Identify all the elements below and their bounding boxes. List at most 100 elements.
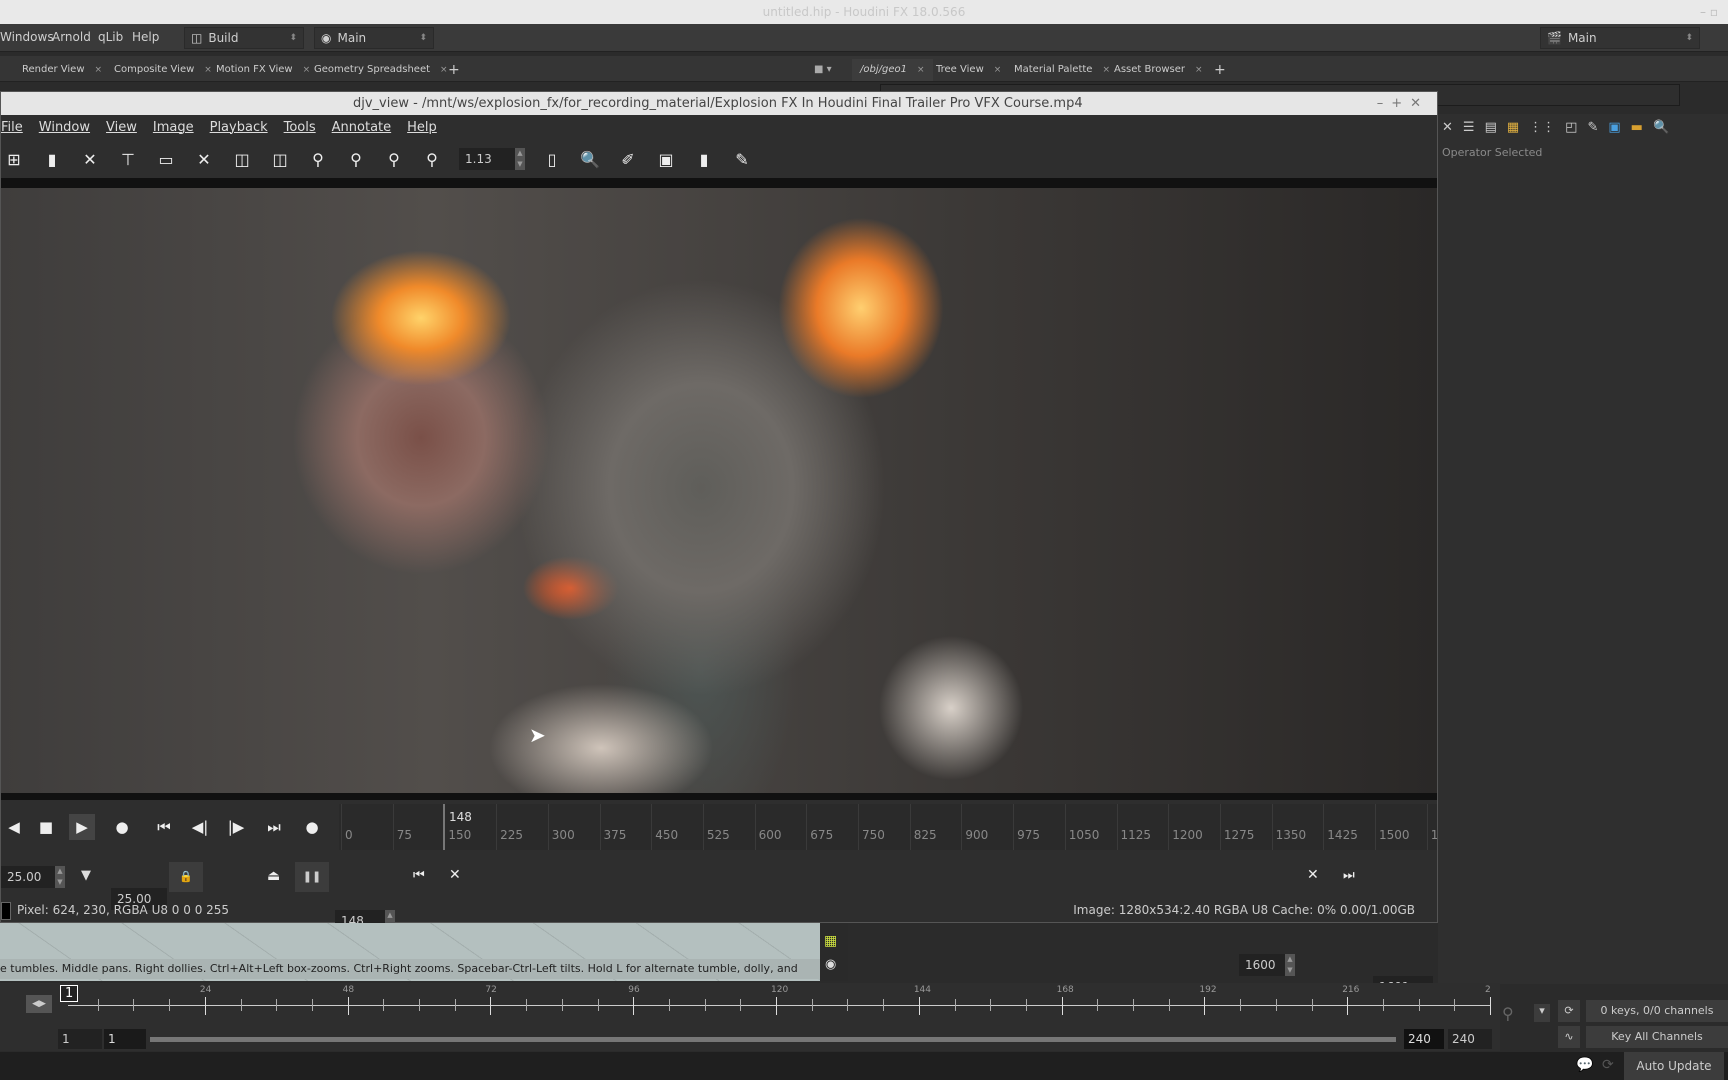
dots-icon[interactable]: ⋮⋮ [1529,120,1555,135]
playback-end-input[interactable]: 240 [1404,1029,1444,1049]
speed-menu-icon[interactable]: ▼ [81,868,91,883]
spin-arrows[interactable]: ▲▼ [55,866,65,888]
next-frame-icon[interactable]: |▶ [223,814,249,840]
window-controls[interactable]: –+✕ [1377,92,1429,115]
tab-tree-view[interactable]: Tree View × [928,59,1009,81]
menu-help[interactable]: Help [132,30,159,44]
play-reverse-icon[interactable]: ◀ [1,814,27,840]
djv-title-bar[interactable]: djv_view - /mnt/ws/explosion_fx/for_reco… [1,92,1437,115]
note-icon[interactable]: ✎ [1587,120,1598,135]
first-frame-icon[interactable]: ⏮ [151,814,177,840]
eyedropper-icon[interactable]: ✐ [617,150,639,169]
open-file-icon[interactable]: ▮ [41,150,63,169]
color-picker-icon[interactable]: ▯ [541,150,563,169]
menu-tools[interactable]: Tools [284,120,316,135]
magnify-icon[interactable]: 🔍 [579,150,601,169]
duplicate-layer-icon[interactable]: ▭ [155,150,177,169]
houdini-timeline[interactable]: ◀▶ 24 48 72 96 120 144 168 192 216 2 1 [0,983,1500,1027]
scene-viewport[interactable]: e tumbles. Middle pans. Right dollies. C… [0,923,820,981]
right-desktop-dropdown[interactable]: 🎬 Main ⬍ [1540,27,1700,49]
menu-playback[interactable]: Playback [210,120,268,135]
close-file-icon[interactable]: ✕ [79,150,101,169]
add-tab-button[interactable]: + [440,59,468,81]
search-icon[interactable]: 🔍 [1653,120,1669,135]
tab-motion-fx-view[interactable]: Motion FX View × [208,59,318,81]
menu-qlib[interactable]: qLib [98,30,123,44]
prev-frame-icon[interactable]: ◀| [187,814,213,840]
remove-layer-icon[interactable]: ✕ [193,150,215,169]
spin-arrows[interactable]: ▲▼ [515,148,525,170]
window-controls[interactable]: – ▫ [1700,0,1718,24]
stack-icon[interactable]: ▬ [1631,120,1643,135]
playhead[interactable] [443,804,446,850]
tree-icon[interactable]: ☰ [1463,120,1475,135]
menu-annotate[interactable]: Annotate [332,120,391,135]
set-out-point-icon[interactable]: ⏭ [1343,868,1355,883]
set-in-point-icon[interactable]: ⏮ [413,868,425,883]
play-forward-icon[interactable]: ▶ [69,814,95,840]
tab-asset-browser[interactable]: Asset Browser × [1106,59,1211,81]
menu-view[interactable]: View [106,120,137,135]
range-start-input[interactable]: 1 [58,1029,102,1049]
speed-input[interactable]: 25.00 ▲ ▼ [1,866,65,888]
desktop-dropdown[interactable]: ◫ Build ⬍ [184,27,304,49]
close-icon[interactable]: × [917,65,925,75]
new-file-icon[interactable]: ⊞ [3,150,25,169]
key-sync-icon[interactable]: ⟳ [1558,1000,1580,1022]
pause-icon[interactable]: ❚❚ [295,862,329,892]
curve-icon[interactable]: ∿ [1558,1026,1580,1048]
grid-icon[interactable]: ▦ [1507,120,1519,135]
menu-image[interactable]: Image [153,120,194,135]
in-out-icon[interactable]: ⏏ [267,868,280,884]
dropdown-icon[interactable]: ▾ [1534,1004,1550,1022]
step-frame-icon[interactable]: ◀▶ [26,995,52,1013]
close-icon[interactable]: × [994,65,1002,75]
tab-geometry-spreadsheet[interactable]: Geometry Spreadsheet × [306,59,456,81]
menu-arnold[interactable]: Arnold [52,30,91,44]
close-icon[interactable]: × [1195,65,1203,75]
current-frame-marker[interactable]: 1 [60,985,79,1002]
every-frame-icon[interactable]: ● [299,814,325,840]
range-end-input[interactable]: 240 [1448,1029,1492,1049]
layer-down-icon[interactable]: ◫ [269,150,291,169]
layout-icon[interactable]: ◰ [1565,120,1577,135]
last-frame-icon[interactable]: ⏭ [261,814,287,840]
histogram-icon[interactable]: ▣ [655,150,677,169]
layer-up-icon[interactable]: ◫ [231,150,253,169]
loop-icon[interactable]: ● [109,814,135,840]
stop-icon[interactable]: ■ [33,814,59,840]
image-viewport[interactable]: ➤ [1,178,1437,800]
new-layer-icon[interactable]: ⊤ [117,150,139,169]
refresh-icon[interactable]: ⟳ [1602,1057,1614,1073]
menu-window[interactable]: Window [39,120,90,135]
menu-windows[interactable]: Windows [0,30,54,44]
context-dropdown[interactable]: ◉ Main ⬍ [314,27,434,49]
zoom-in-icon[interactable]: ⚲ [307,150,329,169]
add-tab-button[interactable]: + [1206,59,1234,81]
playback-start-input[interactable]: 1 [104,1029,146,1049]
zoom-reset-icon[interactable]: ⚲ [383,150,405,169]
spin-arrows[interactable]: ▲▼ [1285,954,1295,976]
out-point-input[interactable]: 1600 ▲ ▼ [1239,954,1295,976]
speech-icon[interactable]: 💬 [1576,1057,1593,1073]
annotate-pen-icon[interactable]: ✎ [731,150,753,169]
frame-timeline-slider[interactable]: 0 75 150 225 300 375 450 525 600 675 750 825 900 975 1… [339,804,1437,850]
eye-icon[interactable]: ◉ [825,957,836,972]
reset-out-point-icon[interactable]: ✕ [1307,867,1319,883]
zoom-out-icon[interactable]: ⚲ [345,150,367,169]
range-slider[interactable] [150,1037,1396,1042]
close-icon[interactable]: × [95,65,103,75]
layout-grid-icon[interactable]: ▦ [824,933,837,949]
image-icon[interactable]: ▣ [1608,120,1620,135]
key-mode-dropdown[interactable]: Key All Channels [1586,1026,1728,1048]
zoom-input[interactable]: 1.13 ▲ ▼ [459,148,525,170]
auto-update-button[interactable]: Auto Update [1624,1052,1724,1080]
tab-material-palette[interactable]: Material Palette × [1006,59,1118,81]
menu-help[interactable]: Help [407,120,437,135]
zoom-fit-icon[interactable]: ⚲ [421,150,443,169]
lock-icon[interactable]: 🔒 [169,862,203,892]
reset-in-point-icon[interactable]: ✕ [449,867,461,883]
list-icon[interactable]: ▤ [1485,120,1497,135]
pane-menu-icon[interactable]: ■ ▾ [806,59,840,81]
tool-icon[interactable]: ✕ [1442,120,1453,135]
